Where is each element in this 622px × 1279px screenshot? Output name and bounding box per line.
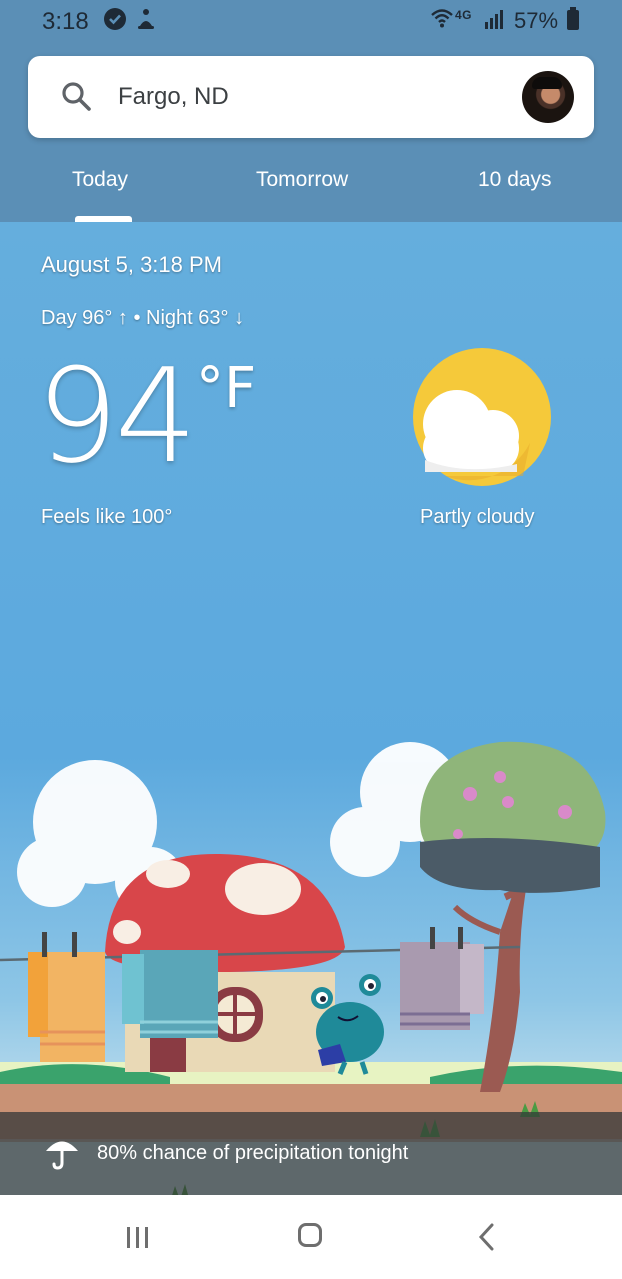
date-time: August 5, 3:18 PM [41, 252, 222, 277]
tab-10-days[interactable]: 10 days [478, 168, 552, 192]
current-temperature: 94 [36, 340, 197, 492]
weather-scene: August 5, 3:18 PM Day 96° ↑ • Night 63° … [0, 222, 622, 1195]
day-night-temps: Day 96° ↑ • Night 63° ↓ [41, 307, 245, 329]
temperature-unit: °F [196, 356, 257, 421]
back-icon[interactable] [478, 1223, 496, 1256]
system-navigation-bar [0, 1195, 622, 1279]
search-icon[interactable] [60, 80, 92, 117]
condition-text: Partly cloudy [420, 506, 535, 528]
location-search-box[interactable]: Fargo, ND [28, 56, 594, 138]
verified-check-icon [104, 8, 126, 30]
status-time: 3:18 [42, 8, 89, 35]
umbrella-icon [44, 1136, 80, 1175]
forecast-tabs: Today Tomorrow 10 days [0, 160, 622, 222]
header-area: 3:18 4G 57% Fargo, ND Today Tomorrow 10 … [0, 0, 622, 222]
partly-cloudy-icon [405, 348, 555, 493]
feels-like: Feels like 100° [41, 506, 173, 528]
tab-today[interactable]: Today [72, 168, 128, 192]
battery-percent: 57% [514, 8, 559, 33]
frog [311, 974, 384, 1075]
tab-tomorrow[interactable]: Tomorrow [256, 168, 348, 192]
tree [420, 741, 606, 1092]
status-bar: 3:18 4G 57% [0, 0, 622, 42]
signal-icon [484, 8, 506, 30]
location-text[interactable]: Fargo, ND [118, 83, 229, 111]
avatar[interactable] [522, 71, 574, 123]
network-type: 4G [455, 8, 473, 22]
precipitation-text: 80% chance of precipitation tonight [97, 1142, 409, 1164]
battery-icon [567, 7, 579, 30]
precipitation-banner[interactable]: 80% chance of precipitation tonight [0, 1112, 622, 1195]
recent-apps-icon[interactable] [124, 1225, 152, 1254]
home-icon[interactable] [298, 1223, 322, 1247]
meditation-icon [136, 8, 156, 30]
wifi-icon [430, 6, 454, 30]
